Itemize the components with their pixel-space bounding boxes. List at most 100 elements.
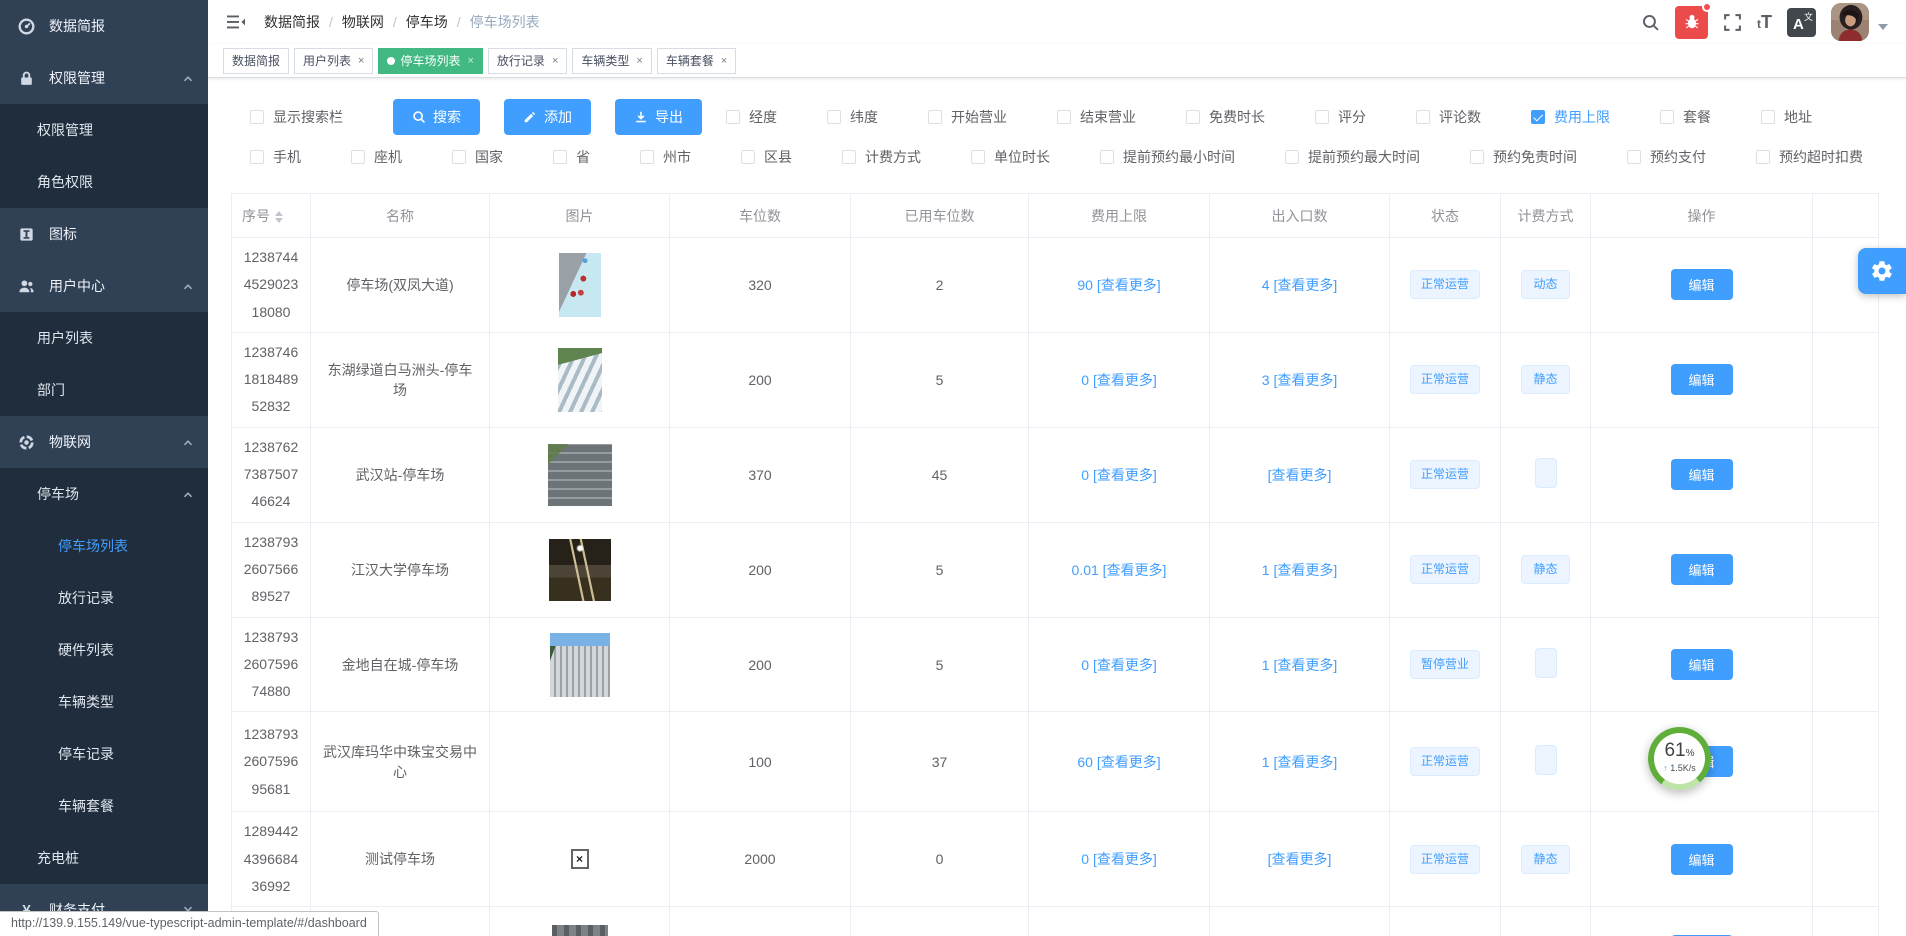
language-switch-icon[interactable]: A 文	[1787, 8, 1816, 37]
gates-see-more-link[interactable]: 1 [查看更多]	[1262, 657, 1337, 673]
filter-checkbox[interactable]: 套餐	[1660, 107, 1711, 127]
sidebar-submenu-item[interactable]: 车辆套餐	[0, 780, 208, 832]
cell-status: 正常运营	[1390, 712, 1501, 812]
tag-item[interactable]: 数据简报	[223, 48, 289, 74]
cell-billing: 动态	[1501, 238, 1591, 333]
sidebar-submenu-item[interactable]: 权限管理	[0, 104, 208, 156]
filter-checkbox[interactable]: 区县	[741, 147, 792, 167]
gates-see-more-link[interactable]: 1 [查看更多]	[1262, 562, 1337, 578]
filter-checkbox[interactable]: 免费时长	[1186, 107, 1265, 127]
text-size-icon[interactable]: tT	[1757, 12, 1772, 33]
breadcrumb-item[interactable]: 数据简报	[264, 12, 320, 32]
sidebar-submenu-item[interactable]: 停车记录	[0, 728, 208, 780]
filter-checkbox[interactable]: 显示搜索栏	[250, 107, 343, 127]
tag-item[interactable]: 放行记录 ×	[488, 48, 567, 74]
tag-close-icon[interactable]: ×	[721, 55, 727, 67]
filter-checkbox[interactable]: 省	[553, 147, 590, 167]
tag-close-icon[interactable]: ×	[552, 55, 558, 67]
filter-checkbox[interactable]: 提前预约最大时间	[1285, 147, 1420, 167]
filter-checkbox[interactable]: 评论数	[1416, 107, 1481, 127]
fee-see-more-link[interactable]: 90 [查看更多]	[1077, 277, 1160, 293]
tag-active[interactable]: 停车场列表×	[378, 48, 482, 74]
edit-button[interactable]: 编辑	[1671, 554, 1733, 585]
tag-label: 放行记录	[497, 52, 545, 69]
fullscreen-icon[interactable]	[1723, 13, 1742, 32]
cell-spacer	[1813, 332, 1879, 427]
cell-spots: 200	[670, 617, 851, 712]
sort-desc-icon[interactable]	[275, 218, 283, 223]
filter-checkbox[interactable]: 结束营业	[1057, 107, 1136, 127]
sidebar-item[interactable]: 权限管理	[0, 52, 208, 104]
sidebar-submenu-item[interactable]: 充电桩	[0, 832, 208, 884]
breadcrumb-item[interactable]: 停车场	[406, 12, 448, 32]
sidebar-item[interactable]: 用户中心	[0, 260, 208, 312]
sort-asc-icon[interactable]	[275, 211, 283, 216]
caret-down-icon[interactable]	[1878, 24, 1888, 30]
filter-checkbox[interactable]: 经度	[726, 107, 777, 127]
checkbox-label: 开始营业	[951, 107, 1007, 127]
edit-button[interactable]: 编辑	[1671, 844, 1733, 875]
fee-see-more-link[interactable]: 0 [查看更多]	[1081, 372, 1156, 388]
filter-checkbox[interactable]: 提前预约最小时间	[1100, 147, 1235, 167]
search-button[interactable]: 搜索	[393, 99, 480, 135]
sidebar-item[interactable]: 数据简报	[0, 0, 208, 52]
avatar[interactable]	[1831, 3, 1869, 41]
sidebar-item[interactable]: 物联网	[0, 416, 208, 468]
error-log-bug-icon[interactable]	[1675, 6, 1708, 39]
filter-checkbox[interactable]: 州市	[640, 147, 691, 167]
filter-checkbox[interactable]: 单位时长	[971, 147, 1050, 167]
hamburger-icon[interactable]	[226, 12, 246, 32]
cell-fee-limit: 60 [查看更多]	[1029, 712, 1210, 812]
gates-see-more-link[interactable]: 3 [查看更多]	[1262, 372, 1337, 388]
fee-see-more-link[interactable]: 0 [查看更多]	[1081, 467, 1156, 483]
menu-label: 数据简报	[49, 16, 105, 36]
sidebar-submenu-item[interactable]: 放行记录	[0, 572, 208, 624]
export-button[interactable]: 导出	[615, 99, 702, 135]
gates-see-more-link[interactable]: 4 [查看更多]	[1262, 277, 1337, 293]
filter-checkbox[interactable]: 预约支付	[1627, 147, 1706, 167]
gates-see-more-link[interactable]: 1 [查看更多]	[1262, 754, 1337, 770]
edit-button[interactable]: 编辑	[1671, 649, 1733, 680]
filter-checkbox[interactable]: 国家	[452, 147, 503, 167]
tag-item[interactable]: 车辆类型×	[572, 48, 651, 74]
sidebar-item[interactable]: 图标	[0, 208, 208, 260]
breadcrumb-item[interactable]: 物联网	[342, 12, 384, 32]
filter-checkbox[interactable]: 预约免责时间	[1470, 147, 1577, 167]
fee-see-more-link[interactable]: 0 [查看更多]	[1081, 851, 1156, 867]
search-icon[interactable]	[1641, 13, 1660, 32]
filter-checkbox[interactable]: 纬度	[827, 107, 878, 127]
filter-checkbox[interactable]: 地址	[1761, 107, 1812, 127]
filter-checkbox[interactable]: 预约超时扣费	[1756, 147, 1863, 167]
tag-item[interactable]: 车辆套餐×	[657, 48, 736, 74]
fee-see-more-link[interactable]: 60 [查看更多]	[1077, 754, 1160, 770]
edit-button[interactable]: 编辑	[1671, 459, 1733, 490]
filter-checkbox[interactable]: 开始营业	[928, 107, 1007, 127]
sidebar-submenu-item[interactable]: 角色权限	[0, 156, 208, 208]
gates-see-more-link[interactable]: [查看更多]	[1268, 851, 1332, 867]
tag-item[interactable]: 用户列表×	[294, 48, 373, 74]
column-header: 状态	[1390, 194, 1501, 238]
sidebar-submenu-item[interactable]: 硬件列表	[0, 624, 208, 676]
fee-see-more-link[interactable]: 0 [查看更多]	[1081, 657, 1156, 673]
add-button[interactable]: 添加	[504, 99, 591, 135]
tag-close-icon[interactable]: ×	[358, 55, 364, 67]
settings-gear-button[interactable]	[1858, 248, 1906, 294]
filter-checkbox[interactable]: 评分	[1315, 107, 1366, 127]
sidebar-submenu-item[interactable]: 部门	[0, 364, 208, 416]
cell-fee-limit: 0 [查看更多]	[1029, 812, 1210, 907]
sidebar-submenu-item[interactable]: 车辆类型	[0, 676, 208, 728]
sidebar-submenu-item[interactable]: 停车场列表	[0, 520, 208, 572]
fee-see-more-link[interactable]: 0.01 [查看更多]	[1072, 562, 1167, 578]
filter-checkbox[interactable]: 费用上限	[1531, 107, 1610, 127]
filter-checkbox[interactable]: 手机	[250, 147, 301, 167]
sidebar-submenu-item[interactable]: 用户列表	[0, 312, 208, 364]
tag-close-icon[interactable]: ×	[636, 55, 642, 67]
sort-carets-icon[interactable]	[275, 211, 283, 223]
edit-button[interactable]: 编辑	[1671, 269, 1733, 300]
edit-button[interactable]: 编辑	[1671, 364, 1733, 395]
tag-close-icon[interactable]: ×	[467, 55, 473, 67]
sidebar-submenu-item[interactable]: 停车场	[0, 468, 208, 520]
filter-checkbox[interactable]: 座机	[351, 147, 402, 167]
gates-see-more-link[interactable]: [查看更多]	[1268, 467, 1332, 483]
filter-checkbox[interactable]: 计费方式	[842, 147, 921, 167]
